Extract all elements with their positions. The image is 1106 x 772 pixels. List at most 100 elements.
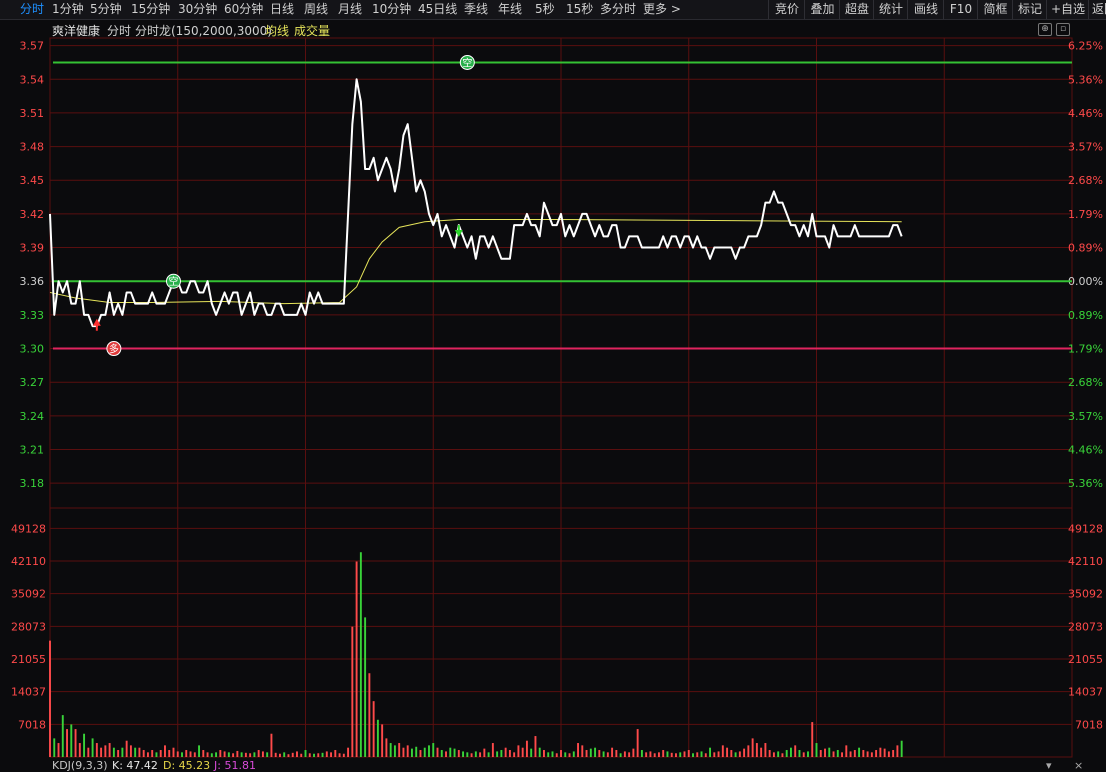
volume-bar <box>287 754 290 757</box>
volume-bar <box>772 752 775 757</box>
volume-bar <box>666 751 669 757</box>
volume-bar <box>900 740 903 757</box>
volume-bar <box>466 752 469 757</box>
volume-bar <box>487 752 490 757</box>
volume-bar <box>159 750 162 757</box>
volume-bar <box>713 752 716 757</box>
volume-bar <box>636 729 639 757</box>
volume-bar <box>364 617 367 757</box>
volume-bar <box>572 751 575 757</box>
volume-bar <box>296 751 298 757</box>
volume-bar <box>223 751 226 757</box>
volume-bar <box>721 745 724 757</box>
volume-bar <box>308 753 311 757</box>
volume-bar <box>185 750 188 757</box>
volume-bar <box>585 750 588 757</box>
volume-bar <box>206 752 209 757</box>
volume-bar <box>649 751 652 757</box>
price-tick-label: 3.42 <box>20 208 45 221</box>
volume-bar <box>249 753 252 757</box>
price-tick-label: 3.45 <box>20 174 45 187</box>
volume-bar <box>210 753 213 757</box>
volume-bar <box>53 738 56 757</box>
volume-bar <box>819 750 822 757</box>
intraday-chart[interactable]: 3.57 6.25% 3.54 5.36% 3.51 4.46% 3.48 3.57% 3.45… <box>0 0 1106 770</box>
kdj-d-value: D: 45.23 <box>163 759 211 772</box>
volume-bar <box>623 751 626 757</box>
volume-tick-label-right: 28073 <box>1068 620 1103 633</box>
signal-marker-label: 空 <box>168 275 178 288</box>
volume-bar <box>802 752 805 757</box>
volume-bar <box>432 743 435 757</box>
volume-bar <box>266 752 269 757</box>
volume-bar <box>738 751 741 757</box>
price-tick-label: 3.24 <box>20 410 45 423</box>
volume-bar <box>334 750 337 757</box>
volume-bar <box>513 752 516 757</box>
volume-bar <box>474 751 477 757</box>
volume-bar <box>445 751 447 757</box>
volume-bar <box>747 745 750 757</box>
volume-bar <box>521 747 524 757</box>
volume-bar <box>415 746 418 757</box>
volume-bar <box>304 750 307 757</box>
volume-bar <box>283 752 286 757</box>
volume-bar <box>517 745 520 757</box>
volume-bar <box>449 747 452 757</box>
volume-bar <box>785 750 788 757</box>
volume-bar <box>551 751 554 757</box>
volume-bar <box>355 561 358 757</box>
volume-bar <box>436 747 439 757</box>
volume-bar <box>49 640 51 757</box>
volume-bar <box>581 745 584 757</box>
volume-bar <box>504 747 507 757</box>
volume-bar <box>108 743 111 757</box>
pct-tick-label: 1.79% <box>1068 343 1103 356</box>
volume-bar <box>751 738 754 757</box>
volume-bar <box>696 752 699 757</box>
volume-bar <box>112 747 115 757</box>
volume-tick-label-right: 42110 <box>1068 555 1103 568</box>
pct-tick-label: 1.79% <box>1068 208 1103 221</box>
volume-bar <box>278 753 281 757</box>
volume-bar <box>875 750 878 757</box>
pct-tick-label: 0.89% <box>1068 242 1103 255</box>
volume-bar <box>836 750 839 757</box>
volume-bar <box>457 750 460 757</box>
pct-tick-label: 2.68% <box>1068 174 1103 187</box>
volume-bar <box>679 752 682 757</box>
volume-bar <box>862 750 865 757</box>
volume-bar <box>657 752 660 757</box>
volume-bar <box>257 750 260 757</box>
volume-bar <box>726 747 729 757</box>
volume-bar <box>232 753 235 757</box>
volume-bar <box>824 748 826 757</box>
volume-bar <box>155 752 158 757</box>
volume-bar <box>589 748 592 757</box>
dropdown-icon[interactable]: ▾ <box>1046 759 1052 772</box>
volume-bar <box>479 752 482 757</box>
volume-bar <box>794 745 797 757</box>
volume-tick-label-right: 7018 <box>1075 718 1103 731</box>
volume-bar <box>760 747 763 757</box>
volume-bar <box>632 748 635 757</box>
volume-tick-label: 14037 <box>11 686 46 699</box>
volume-bar <box>398 743 401 757</box>
volume-bar <box>181 752 183 757</box>
volume-bar <box>866 751 869 757</box>
volume-bar <box>83 733 86 757</box>
volume-bar <box>253 752 256 757</box>
volume-bar <box>95 743 98 757</box>
pct-tick-label: 4.46% <box>1068 444 1103 457</box>
price-tick-label: 3.30 <box>20 343 45 356</box>
volume-bar <box>508 750 511 757</box>
volume-bar <box>372 701 375 757</box>
close-panel-icon[interactable]: × <box>1074 759 1083 772</box>
volume-bar <box>240 752 243 757</box>
volume-bar <box>853 750 856 757</box>
volume-bar <box>419 750 422 757</box>
volume-bar <box>347 747 350 757</box>
volume-tick-label: 49128 <box>11 522 46 535</box>
pct-tick-label: 0.89% <box>1068 309 1103 322</box>
volume-bar <box>87 747 90 757</box>
